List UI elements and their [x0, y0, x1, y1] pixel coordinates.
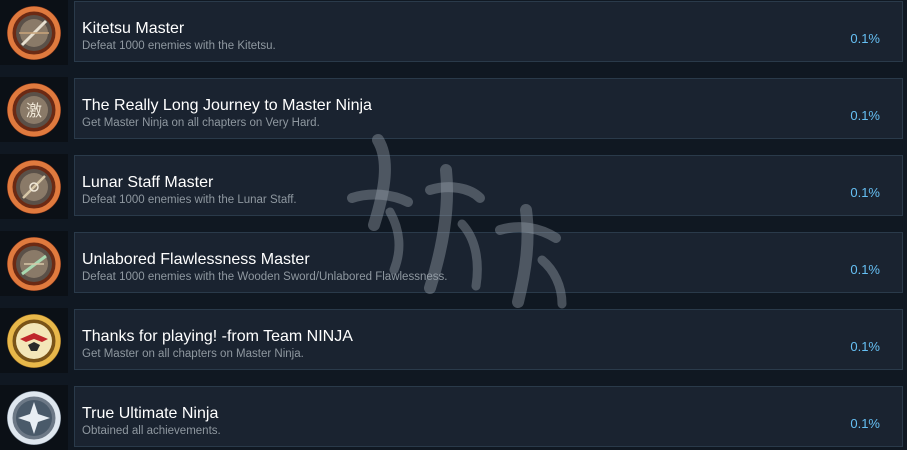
achievement-description: Get Master Ninja on all chapters on Very… — [82, 117, 320, 129]
achievement-panel: The Really Long Journey to Master Ninja … — [74, 78, 903, 139]
achievement-panel: Kitetsu Master Defeat 1000 enemies with … — [74, 1, 903, 62]
achievement-row[interactable]: Thanks for playing! -from Team NINJA Get… — [0, 308, 907, 373]
achievement-percent: 0.1% — [850, 185, 880, 200]
achievement-percent: 0.1% — [850, 416, 880, 431]
gold-ninja-medal-icon — [0, 308, 68, 373]
bronze-sword-medal-icon — [0, 0, 68, 65]
achievement-description: Defeat 1000 enemies with the Lunar Staff… — [82, 194, 297, 206]
achievement-row[interactable]: 激 The Really Long Journey to Master Ninj… — [0, 77, 907, 142]
achievement-title: Kitetsu Master — [82, 20, 185, 37]
achievement-percent: 0.1% — [850, 339, 880, 354]
achievement-row[interactable]: Kitetsu Master Defeat 1000 enemies with … — [0, 0, 907, 65]
achievement-row[interactable]: Lunar Staff Master Defeat 1000 enemies w… — [0, 154, 907, 219]
achievement-panel: True Ultimate Ninja Obtained all achieve… — [74, 386, 903, 447]
achievement-title: Lunar Staff Master — [82, 174, 214, 191]
achievement-panel: Lunar Staff Master Defeat 1000 enemies w… — [74, 155, 903, 216]
achievement-description: Defeat 1000 enemies with the Wooden Swor… — [82, 271, 448, 283]
platinum-medal-icon — [0, 385, 68, 450]
achievement-title: True Ultimate Ninja — [82, 405, 219, 422]
achievement-description: Obtained all achievements. — [82, 425, 221, 437]
achievement-title: Thanks for playing! -from Team NINJA — [82, 328, 353, 345]
achievement-percent: 0.1% — [850, 262, 880, 277]
achievement-description: Get Master on all chapters on Master Nin… — [82, 348, 304, 360]
achievement-row[interactable]: True Ultimate Ninja Obtained all achieve… — [0, 385, 907, 450]
svg-text:激: 激 — [26, 101, 42, 120]
achievement-percent: 0.1% — [850, 31, 880, 46]
achievement-panel: Thanks for playing! -from Team NINJA Get… — [74, 309, 903, 370]
bronze-kanji-medal-icon: 激 — [0, 77, 68, 142]
achievement-row[interactable]: Unlabored Flawlessness Master Defeat 100… — [0, 231, 907, 296]
achievement-description: Defeat 1000 enemies with the Kitetsu. — [82, 40, 276, 52]
achievement-list: Kitetsu Master Defeat 1000 enemies with … — [0, 0, 907, 450]
achievement-title: The Really Long Journey to Master Ninja — [82, 97, 372, 114]
achievement-panel: Unlabored Flawlessness Master Defeat 100… — [74, 232, 903, 293]
achievement-title: Unlabored Flawlessness Master — [82, 251, 310, 268]
achievement-percent: 0.1% — [850, 108, 880, 123]
bronze-staff-medal-icon — [0, 154, 68, 219]
bronze-wooden-sword-medal-icon — [0, 231, 68, 296]
